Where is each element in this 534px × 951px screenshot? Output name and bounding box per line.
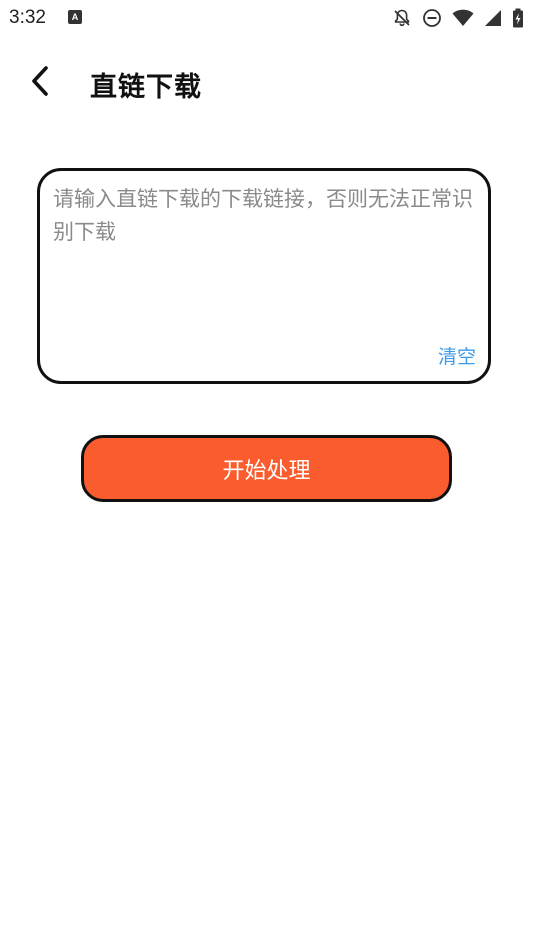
screen: 3:32 A 直链下载 请输入直链下载的下载链接，否则无法正常识别下载 清空 开… <box>0 0 534 951</box>
do-not-disturb-icon <box>422 8 442 28</box>
status-icons <box>392 8 524 28</box>
app-bar: 直链下载 <box>0 50 534 116</box>
clear-button[interactable]: 清空 <box>438 342 476 369</box>
page-title: 直链下载 <box>90 72 202 103</box>
url-input-box: 清空 <box>37 168 491 384</box>
download-url-input[interactable] <box>53 183 479 333</box>
app-notification-icon: A <box>68 10 82 24</box>
battery-charging-icon <box>512 8 524 28</box>
cell-signal-icon <box>484 9 502 27</box>
status-time: 3:32 <box>9 7 46 28</box>
notifications-off-icon <box>392 8 412 28</box>
back-button[interactable] <box>22 64 60 102</box>
wifi-icon <box>452 9 474 27</box>
status-bar: 3:32 A <box>0 0 534 38</box>
start-processing-button[interactable]: 开始处理 <box>81 435 452 502</box>
chevron-left-icon <box>30 65 52 101</box>
